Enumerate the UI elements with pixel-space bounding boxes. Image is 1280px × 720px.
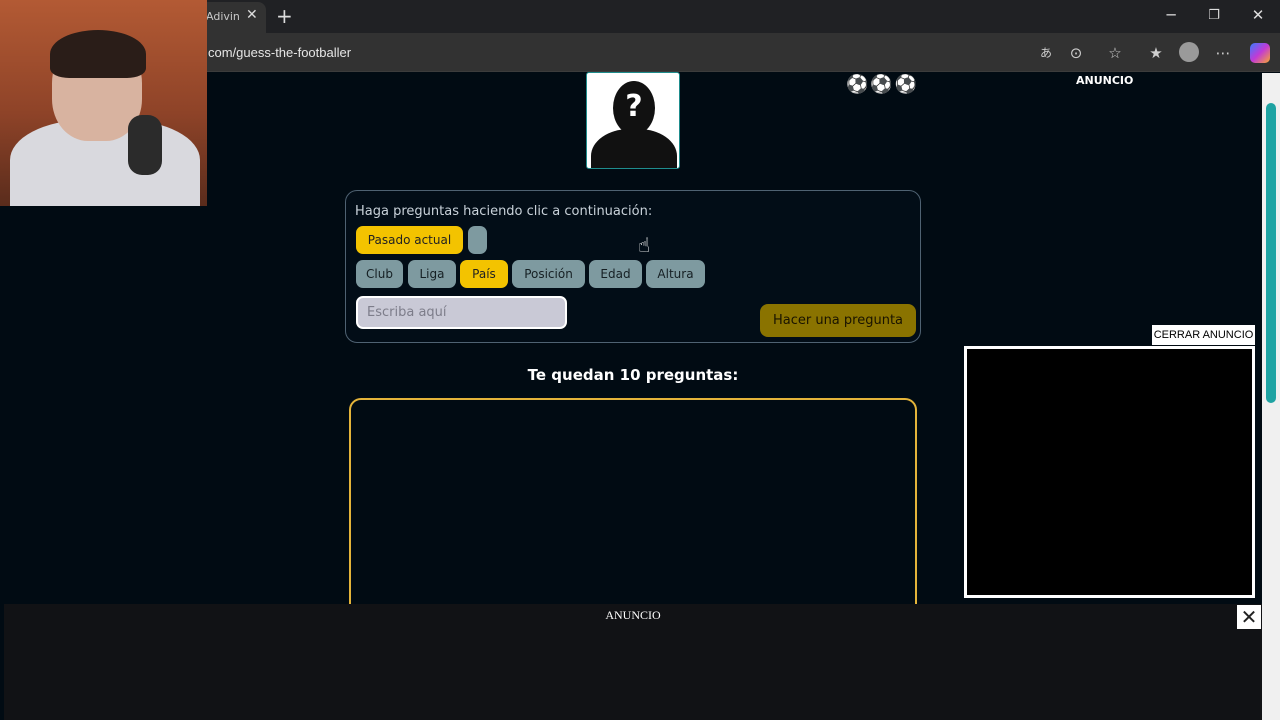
restore-icon[interactable]: ❐ — [1199, 8, 1229, 23]
minimize-icon[interactable]: ─ — [1156, 6, 1186, 24]
ask-question-button[interactable]: Hacer una pregunta — [760, 304, 916, 337]
question-panel: Haga preguntas haciendo clic a continuac… — [345, 190, 921, 343]
category-country[interactable]: País — [460, 260, 508, 288]
question-prompt: Haga preguntas haciendo clic a continuac… — [355, 204, 653, 219]
close-icon[interactable]: ✕ — [1237, 605, 1261, 629]
new-tab-icon[interactable]: + — [276, 4, 293, 28]
tab-close-icon[interactable]: ✕ — [246, 7, 258, 23]
answers-box — [349, 398, 917, 628]
time-option-past-current[interactable]: Pasado actual — [356, 226, 463, 254]
reader-icon[interactable]: ⊙ — [1066, 44, 1086, 62]
question-input[interactable]: Escriba aquí — [356, 296, 567, 329]
time-option-extra[interactable] — [468, 226, 487, 254]
category-league[interactable]: Liga — [408, 260, 456, 288]
browser-tab[interactable]: Adivina ✕ — [200, 2, 266, 33]
more-icon[interactable]: ⋯ — [1213, 44, 1233, 62]
translate-icon[interactable]: あ — [1036, 44, 1056, 61]
category-age[interactable]: Edad — [589, 260, 642, 288]
bottom-ad-banner: ANUNCIO ✕ — [4, 604, 1262, 720]
page-scrollbar[interactable] — [1262, 73, 1280, 720]
webcam-overlay — [0, 0, 207, 206]
scrollbar-thumb[interactable] — [1266, 103, 1276, 403]
video-ad[interactable] — [964, 346, 1255, 598]
copilot-icon[interactable] — [1250, 43, 1270, 63]
microphone-icon — [128, 115, 162, 175]
tab-title: Adivina — [206, 10, 240, 23]
lives-soccer-ball-icons: ⚽⚽⚽ — [846, 74, 920, 95]
url-field[interactable]: com/guess-the-footballer — [208, 45, 351, 60]
ad-label-top: ANUNCIO — [1076, 74, 1134, 87]
close-ad-button[interactable]: CERRAR ANUNCIO — [1152, 325, 1255, 345]
category-club[interactable]: Club — [356, 260, 403, 288]
mouse-cursor-icon: ☝ — [638, 233, 651, 257]
profile-icon[interactable] — [1179, 42, 1199, 62]
mystery-player-portrait: ? — [586, 72, 680, 169]
category-height[interactable]: Altura — [646, 260, 705, 288]
favorites-icon[interactable]: ★ — [1146, 44, 1166, 62]
silhouette-body — [591, 129, 677, 168]
webcam-person-hair — [50, 30, 146, 78]
bottom-ad-label: ANUNCIO — [605, 608, 661, 622]
category-position[interactable]: Posición — [512, 260, 585, 288]
question-mark-icon: ? — [625, 89, 643, 124]
remaining-questions: Te quedan 10 preguntas: — [527, 366, 739, 384]
window-close-icon[interactable]: ✕ — [1243, 6, 1273, 24]
favorite-icon[interactable]: ☆ — [1105, 44, 1125, 62]
